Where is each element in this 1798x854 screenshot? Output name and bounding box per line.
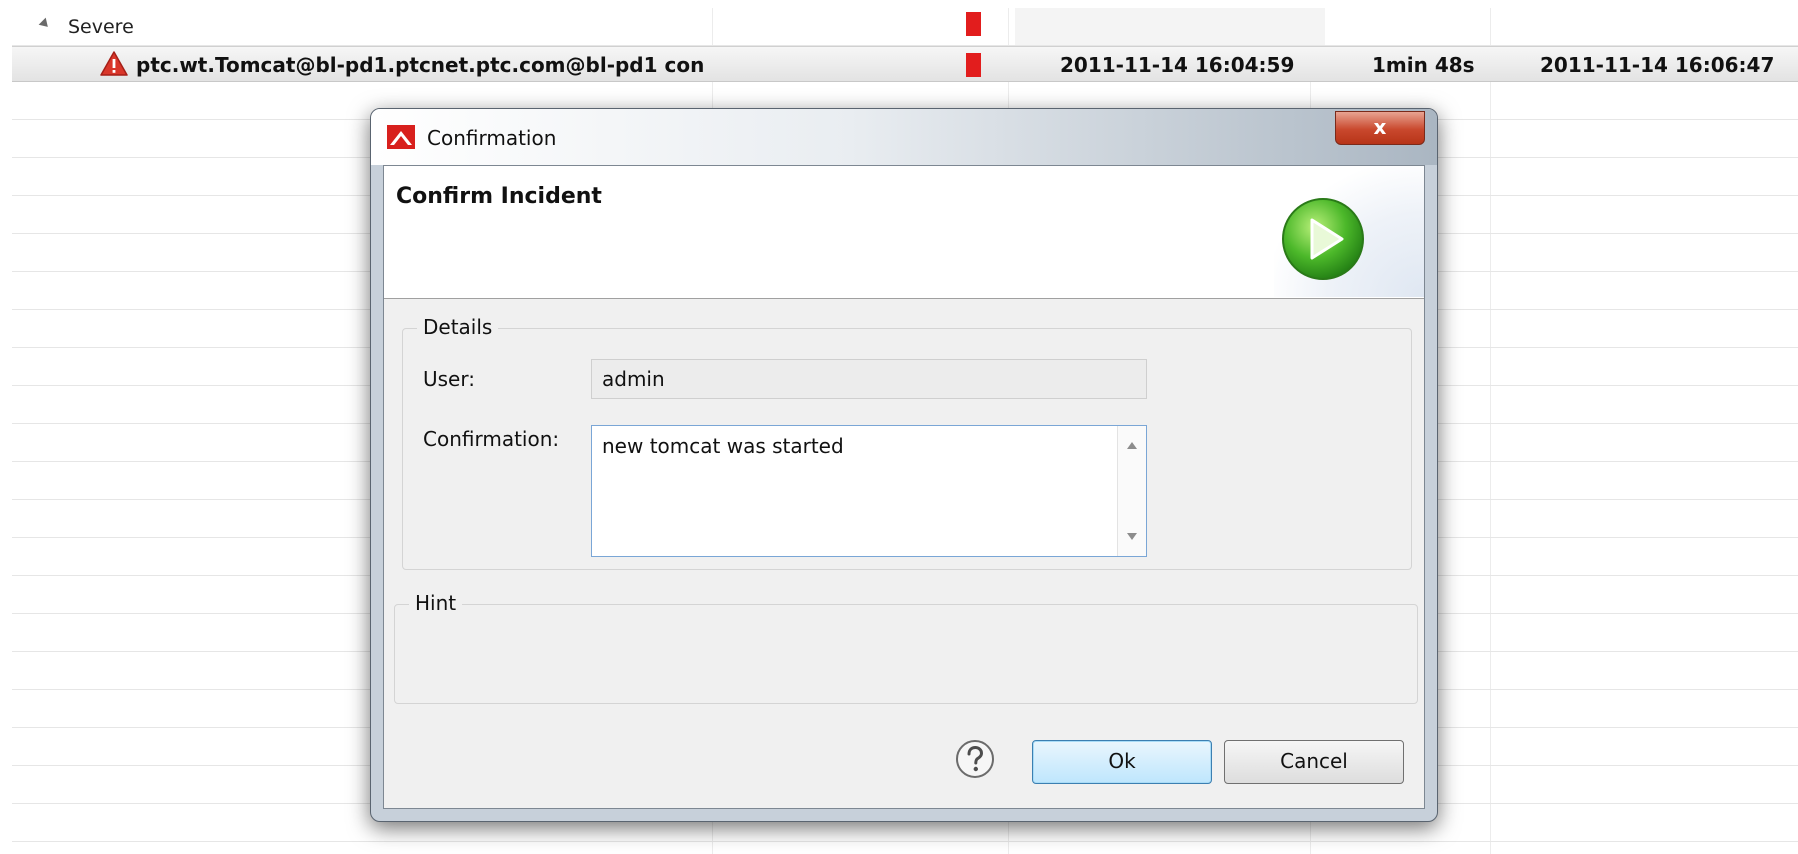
user-field: admin	[591, 359, 1147, 399]
user-label: User:	[423, 367, 475, 391]
ok-button[interactable]: Ok	[1032, 740, 1212, 784]
severity-bar	[966, 53, 981, 77]
incident-name: ptc.wt.Tomcat@bl-pd1.ptcnet.ptc.com@bl-p…	[136, 53, 705, 77]
end-time: 2011-11-14 16:06:47	[1540, 53, 1775, 77]
cancel-button[interactable]: Cancel	[1224, 740, 1404, 784]
confirmation-dialog: Confirmation x Confirm Incident Details	[370, 108, 1438, 822]
confirmation-label: Confirmation:	[423, 427, 560, 451]
header-title: Confirm Incident	[396, 184, 602, 209]
play-icon	[1282, 198, 1364, 280]
textarea-scrollbar[interactable]	[1117, 426, 1146, 556]
app-logo-icon	[387, 125, 415, 149]
hint-group: Hint	[394, 591, 1418, 704]
details-legend: Details	[417, 315, 499, 339]
details-group: Details User: admin Confirmation: new to…	[402, 315, 1412, 570]
collapse-triangle-icon[interactable]	[38, 17, 52, 31]
dialog-titlebar[interactable]: Confirmation x	[371, 109, 1437, 165]
scroll-up-icon[interactable]	[1127, 442, 1137, 449]
dialog-header: Confirm Incident	[384, 166, 1424, 299]
severity-bar	[966, 12, 981, 36]
warning-icon	[100, 51, 128, 76]
row-shade	[1015, 8, 1325, 45]
dialog-title: Confirmation	[427, 126, 557, 150]
confirmation-textarea[interactable]: new tomcat was started	[591, 425, 1147, 557]
dialog-body: Confirm Incident Details User: admin Con…	[383, 165, 1425, 809]
table-row[interactable]: ptc.wt.Tomcat@bl-pd1.ptcnet.ptc.com@bl-p…	[12, 46, 1798, 82]
duration: 1min 48s	[1372, 53, 1475, 77]
scroll-down-icon[interactable]	[1127, 533, 1137, 540]
help-icon[interactable]	[954, 738, 996, 780]
start-time: 2011-11-14 16:04:59	[1060, 53, 1295, 77]
group-row-severe[interactable]: Severe	[12, 8, 1798, 46]
hint-legend: Hint	[409, 591, 463, 615]
group-label: Severe	[68, 16, 134, 38]
confirmation-text: new tomcat was started	[602, 434, 844, 458]
close-button[interactable]: x	[1335, 111, 1425, 145]
